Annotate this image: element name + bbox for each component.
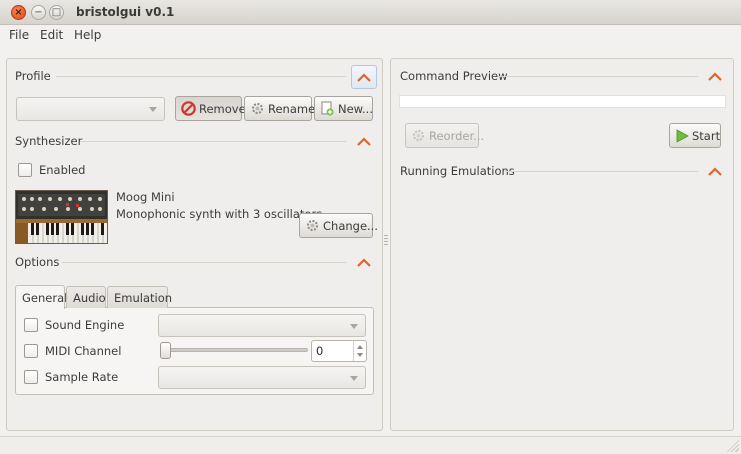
rename-profile-button[interactable]: Rename xyxy=(244,96,316,121)
sound-engine-checkbox[interactable] xyxy=(24,318,38,332)
command-preview-text xyxy=(399,95,726,108)
menu-edit[interactable]: Edit xyxy=(40,28,63,42)
command-preview-collapse-chevron-icon[interactable] xyxy=(704,67,726,85)
running-emulations-title: Running Emulations xyxy=(400,164,515,178)
sound-engine-label: Sound Engine xyxy=(45,318,125,332)
spin-buttons[interactable] xyxy=(353,341,366,361)
new-profile-button[interactable]: New... xyxy=(314,96,373,121)
command-preview-title: Command Preview xyxy=(400,69,508,83)
close-window-button[interactable]: × xyxy=(11,5,26,20)
gear-icon xyxy=(250,101,265,116)
menu-help[interactable]: Help xyxy=(74,28,101,42)
spin-up-icon[interactable] xyxy=(357,345,363,349)
chevron-down-icon xyxy=(350,324,358,329)
menu-bar: File Edit Help xyxy=(0,25,741,46)
status-bar xyxy=(0,436,741,454)
enabled-checkbox[interactable] xyxy=(18,163,32,177)
new-label: New... xyxy=(338,101,373,116)
enabled-label: Enabled xyxy=(39,163,86,177)
start-label: Start xyxy=(692,128,721,143)
synthesizer-collapse-chevron-icon[interactable] xyxy=(353,132,375,150)
chevron-down-icon xyxy=(149,107,157,112)
maximize-window-button[interactable]: □ xyxy=(49,5,64,20)
sample-rate-label: Sample Rate xyxy=(45,370,119,384)
options-collapse-chevron-icon[interactable] xyxy=(353,253,375,271)
synthesizer-section-title: Synthesizer xyxy=(15,134,83,148)
synth-thumbnail-image xyxy=(15,190,108,244)
title-bar: × − □ bristolgui v0.1 xyxy=(0,0,741,25)
profile-separator xyxy=(56,76,346,77)
change-label: Change... xyxy=(323,218,378,233)
gear-icon xyxy=(411,128,426,143)
reorder-button[interactable]: Reorder... xyxy=(405,123,484,148)
synthesizer-separator xyxy=(80,141,346,142)
options-separator xyxy=(62,262,346,263)
running-emulations-separator xyxy=(505,171,698,172)
tab-audio[interactable]: Audio xyxy=(66,286,106,308)
options-section-title: Options xyxy=(15,255,60,269)
reorder-label: Reorder... xyxy=(429,128,485,143)
synth-description: Monophonic synth with 3 oscillators xyxy=(116,207,323,221)
midi-channel-slider-handle[interactable] xyxy=(160,342,171,359)
gear-icon xyxy=(305,218,320,233)
profile-section-title: Profile xyxy=(15,69,51,83)
panel-splitter-handle[interactable] xyxy=(384,235,388,245)
start-button[interactable]: Start xyxy=(669,123,721,148)
running-emulations-collapse-chevron-icon[interactable] xyxy=(704,162,726,180)
minimize-window-button[interactable]: − xyxy=(31,5,46,20)
tab-general[interactable]: General xyxy=(15,285,67,309)
synth-name: Moog Mini xyxy=(116,190,175,204)
midi-channel-label: MIDI Channel xyxy=(45,344,122,358)
remove-label: Remove xyxy=(199,101,246,116)
right-panel xyxy=(390,58,734,431)
remove-icon xyxy=(181,101,196,116)
window-title: bristolgui v0.1 xyxy=(76,5,175,19)
command-preview-separator xyxy=(498,76,698,77)
sample-rate-combo[interactable] xyxy=(158,366,366,389)
chevron-down-icon xyxy=(350,376,358,381)
menu-file[interactable]: File xyxy=(9,28,29,42)
remove-profile-button[interactable]: Remove xyxy=(175,96,246,121)
play-icon xyxy=(675,128,689,143)
spin-down-icon[interactable] xyxy=(357,353,363,357)
tab-emulation[interactable]: Emulation xyxy=(107,286,172,308)
sample-rate-checkbox[interactable] xyxy=(24,370,38,384)
resize-grip[interactable] xyxy=(727,440,739,452)
rename-label: Rename xyxy=(268,101,316,116)
midi-channel-value: 0 xyxy=(316,344,324,358)
profile-combo[interactable] xyxy=(16,97,165,121)
sound-engine-combo[interactable] xyxy=(158,314,366,337)
midi-channel-slider[interactable] xyxy=(160,348,308,352)
new-document-icon xyxy=(320,101,335,116)
midi-channel-spinbox[interactable]: 0 xyxy=(311,340,367,362)
change-synth-button[interactable]: Change... xyxy=(299,213,378,238)
midi-channel-checkbox[interactable] xyxy=(24,344,38,358)
profile-collapse-chevron-icon[interactable] xyxy=(351,65,377,89)
